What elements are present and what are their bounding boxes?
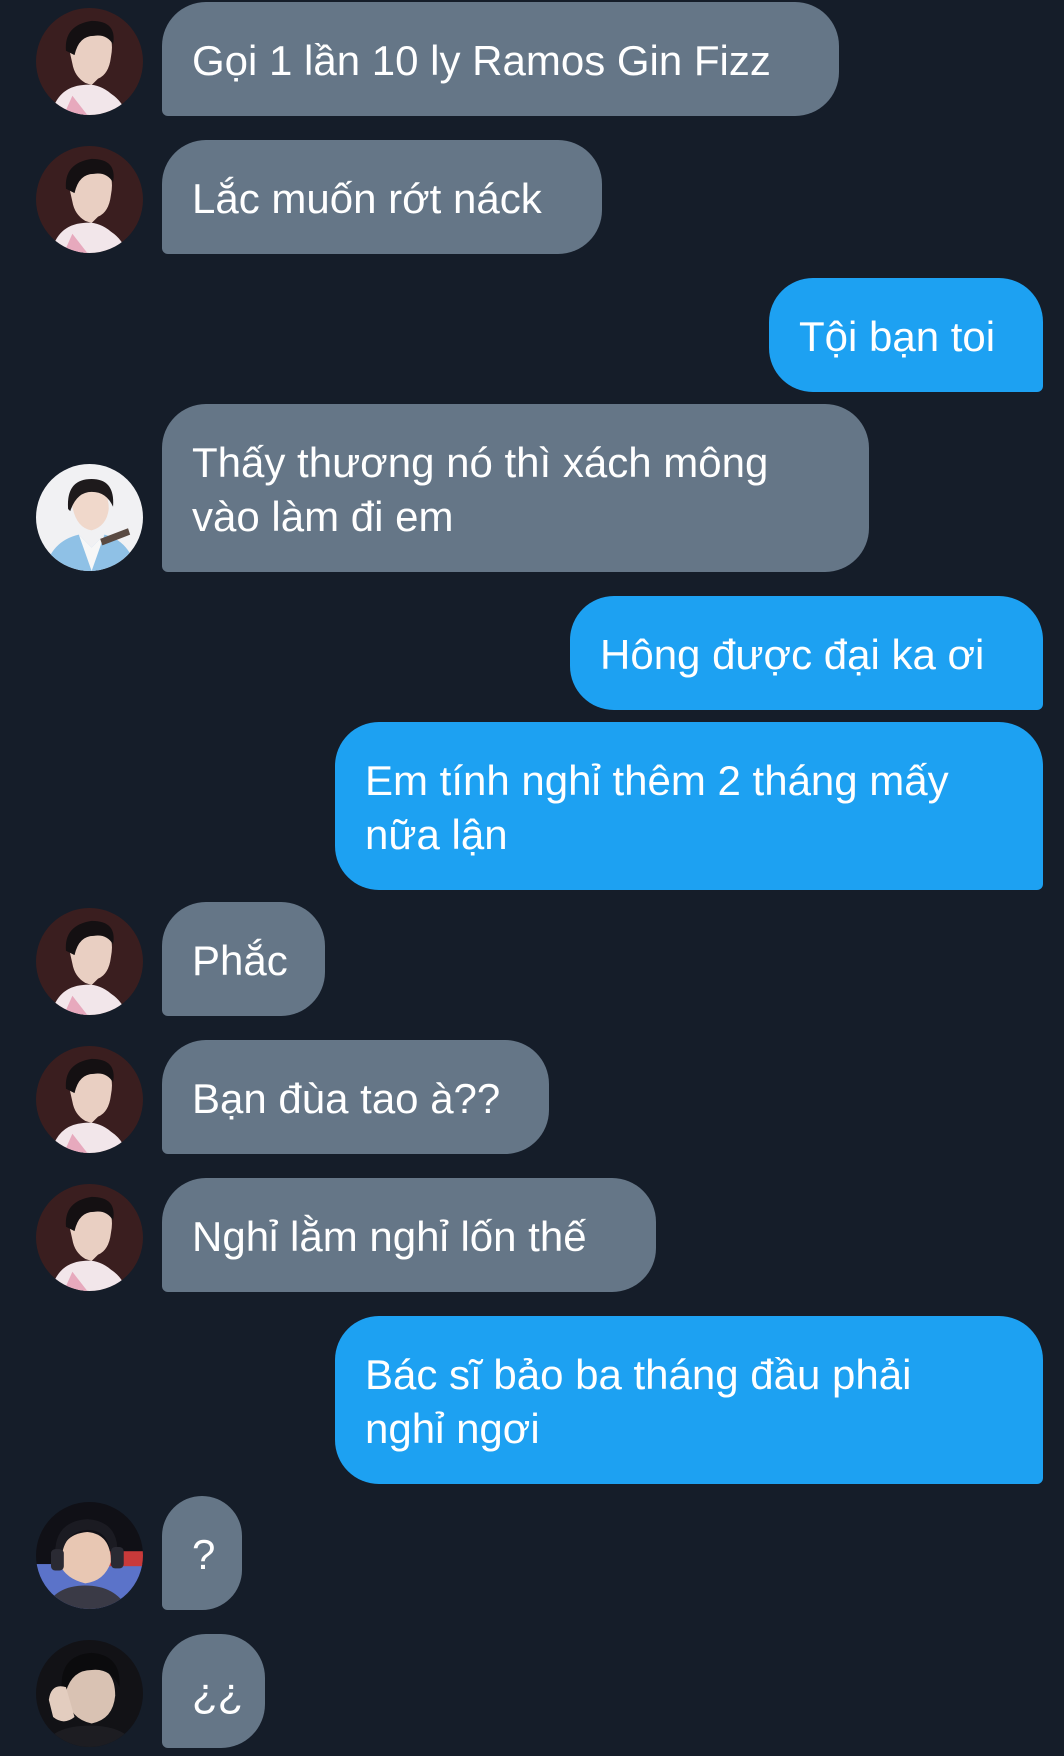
message-line: Tội bạn toi (799, 313, 996, 360)
message-line: ? (192, 1531, 216, 1578)
message-bubble[interactable]: Bạn đùa tao à?? (162, 1040, 549, 1154)
message-line: Thấy thương nó thì xách mông (192, 439, 769, 486)
avatar-boy-side-profile-icon[interactable] (36, 908, 143, 1015)
message-line: nghỉ ngơi (365, 1405, 540, 1452)
message-line: Bác sĩ bảo ba tháng đầu phải (365, 1351, 912, 1398)
avatar-boy-side-profile-icon[interactable] (36, 1046, 143, 1153)
message-line: Lắc muốn rớt náck (192, 175, 542, 222)
message-bubble[interactable]: Tội bạn toi (769, 278, 1043, 392)
message-bubble[interactable]: ¿¿ (162, 1634, 265, 1748)
message-line: Hông được đại ka ơi (600, 631, 985, 678)
message-line: Em tính nghỉ thêm 2 tháng mấy (365, 757, 949, 804)
message-bubble[interactable]: Hông được đại ka ơi (570, 596, 1043, 710)
message-bubble[interactable]: Phắc (162, 902, 325, 1016)
avatar-boy-side-profile-icon[interactable] (36, 1184, 143, 1291)
message-line: vào làm đi em (192, 493, 454, 540)
avatar-boy-hanbok-icon[interactable] (36, 464, 143, 571)
avatar-headphones-gamer-icon[interactable] (36, 1502, 143, 1609)
message-bubble[interactable]: ? (162, 1496, 242, 1610)
avatar-boy-side-profile-icon[interactable] (36, 146, 143, 253)
message-line: ¿¿ (192, 1669, 244, 1716)
conversation-thread[interactable]: Gọi 1 lần 10 ly Ramos Gin Fizz Lắc muốn … (0, 0, 1064, 1756)
message-bubble[interactable]: Thấy thương nó thì xách mông vào làm đi … (162, 404, 869, 572)
message-line: Nghỉ lằm nghỉ lốn thế (192, 1213, 587, 1260)
message-line: Phắc (192, 937, 288, 984)
message-line: Bạn đùa tao à?? (192, 1075, 501, 1122)
message-line: nữa lận (365, 811, 508, 858)
message-bubble[interactable]: Bác sĩ bảo ba tháng đầu phải nghỉ ngơi (335, 1316, 1043, 1484)
message-bubble[interactable]: Em tính nghỉ thêm 2 tháng mấy nữa lận (335, 722, 1043, 890)
message-bubble[interactable]: Lắc muốn rớt náck (162, 140, 602, 254)
message-line: Gọi 1 lần 10 ly Ramos Gin Fizz (192, 37, 771, 84)
avatar-dark-hand-face-icon[interactable] (36, 1640, 143, 1747)
message-bubble[interactable]: Nghỉ lằm nghỉ lốn thế (162, 1178, 656, 1292)
avatar-boy-side-profile-icon[interactable] (36, 8, 143, 115)
message-bubble[interactable]: Gọi 1 lần 10 ly Ramos Gin Fizz (162, 2, 839, 116)
